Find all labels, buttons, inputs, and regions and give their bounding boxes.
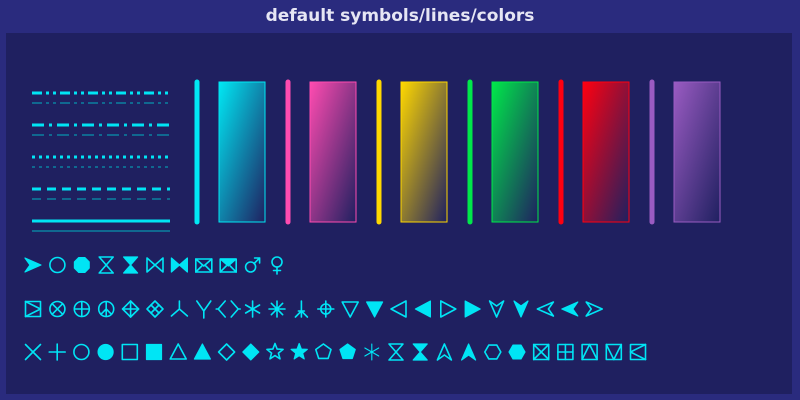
plus-icon — [48, 343, 67, 361]
swatch-cyan — [194, 79, 266, 225]
pentagon-icon — [314, 343, 332, 360]
triangle-down-icon — [341, 301, 360, 318]
symbol-gallery — [24, 79, 721, 361]
hexagon-icon — [483, 344, 502, 360]
star-icon — [266, 342, 284, 360]
line-style-solid — [32, 219, 170, 232]
arrowhead-down-filled-icon — [513, 300, 529, 318]
swatch-red — [558, 79, 630, 225]
diamond-x-icon — [146, 300, 164, 318]
hourglass-filled-icon — [412, 343, 428, 361]
square-triangle-icon — [24, 300, 42, 318]
square-tri-up-icon — [581, 343, 598, 361]
swatch-pink — [285, 79, 357, 225]
square-plus-icon — [557, 343, 574, 361]
asterisk-six-icon — [244, 300, 261, 318]
chart-title: default symbols/lines/colors — [265, 6, 535, 26]
square-tri-left-icon — [629, 343, 647, 361]
tri-down-thin-icon — [170, 300, 189, 317]
line-style-dot — [32, 155, 170, 168]
star-filled-icon — [290, 342, 308, 360]
hourglass-outline-icon — [388, 343, 404, 361]
square-icon — [121, 343, 139, 361]
hexagon-filled-icon — [508, 344, 526, 360]
triangle-up-icon — [169, 343, 187, 360]
cross-icon — [24, 343, 42, 361]
triangle-right-icon — [439, 300, 457, 318]
pentagon-filled-icon — [339, 343, 356, 360]
swatch-yellow — [376, 79, 448, 225]
circle-x-icon — [49, 300, 66, 318]
bowtie-filled-icon — [170, 257, 188, 273]
envelope-filled-icon — [219, 258, 237, 273]
circle-icon — [73, 343, 90, 361]
male-icon — [244, 257, 261, 273]
envelope-outline-icon — [195, 258, 213, 273]
arrowhead-right-icon — [24, 257, 42, 273]
square-x-icon — [532, 343, 550, 361]
arrowhead-up-icon — [436, 343, 453, 361]
circle-icon — [49, 256, 66, 274]
diamond-icon — [217, 343, 236, 361]
peace-icon — [97, 300, 115, 318]
bowtie-outline-icon — [146, 257, 164, 273]
triangle-down-filled-icon — [366, 301, 384, 318]
asterisk-eight-icon — [268, 300, 286, 318]
square-tri-down-icon — [605, 343, 623, 361]
triangle-right-filled-icon — [464, 300, 481, 318]
hourglass-outline-icon — [98, 256, 114, 274]
arrowhead-left-icon — [536, 301, 555, 317]
arrowhead-right-outline-icon — [585, 301, 604, 317]
square-filled-icon — [145, 343, 163, 361]
triangle-left-icon — [390, 300, 407, 318]
diamond-filled-icon — [242, 343, 260, 361]
triangle-left-filled-icon — [414, 300, 431, 318]
octagon-icon — [73, 257, 90, 273]
circle-plus-big-icon — [316, 300, 335, 318]
arrows-apart-icon — [215, 300, 241, 318]
female-icon — [271, 256, 283, 275]
circle-plus-icon — [73, 300, 91, 318]
diamond-plus-icon — [121, 300, 140, 318]
tri-up-bar-icon — [294, 300, 309, 318]
arrowhead-down-icon — [488, 300, 505, 318]
line-style-dash — [32, 187, 170, 200]
circle-filled-icon — [97, 343, 114, 361]
arrowhead-up-filled-icon — [461, 343, 477, 361]
tri-down-thick-icon — [196, 300, 212, 319]
triangle-up-filled-icon — [193, 343, 211, 360]
line-style-dash-dot — [32, 123, 170, 136]
asterisk-thin-icon — [364, 343, 380, 361]
plot-panel — [6, 33, 792, 394]
line-style-dash-dot-dot — [32, 91, 170, 104]
swatch-green — [467, 79, 539, 225]
swatch-purple — [649, 79, 721, 225]
hourglass-filled-icon — [122, 256, 139, 274]
arrowhead-left-filled-icon — [561, 301, 579, 317]
